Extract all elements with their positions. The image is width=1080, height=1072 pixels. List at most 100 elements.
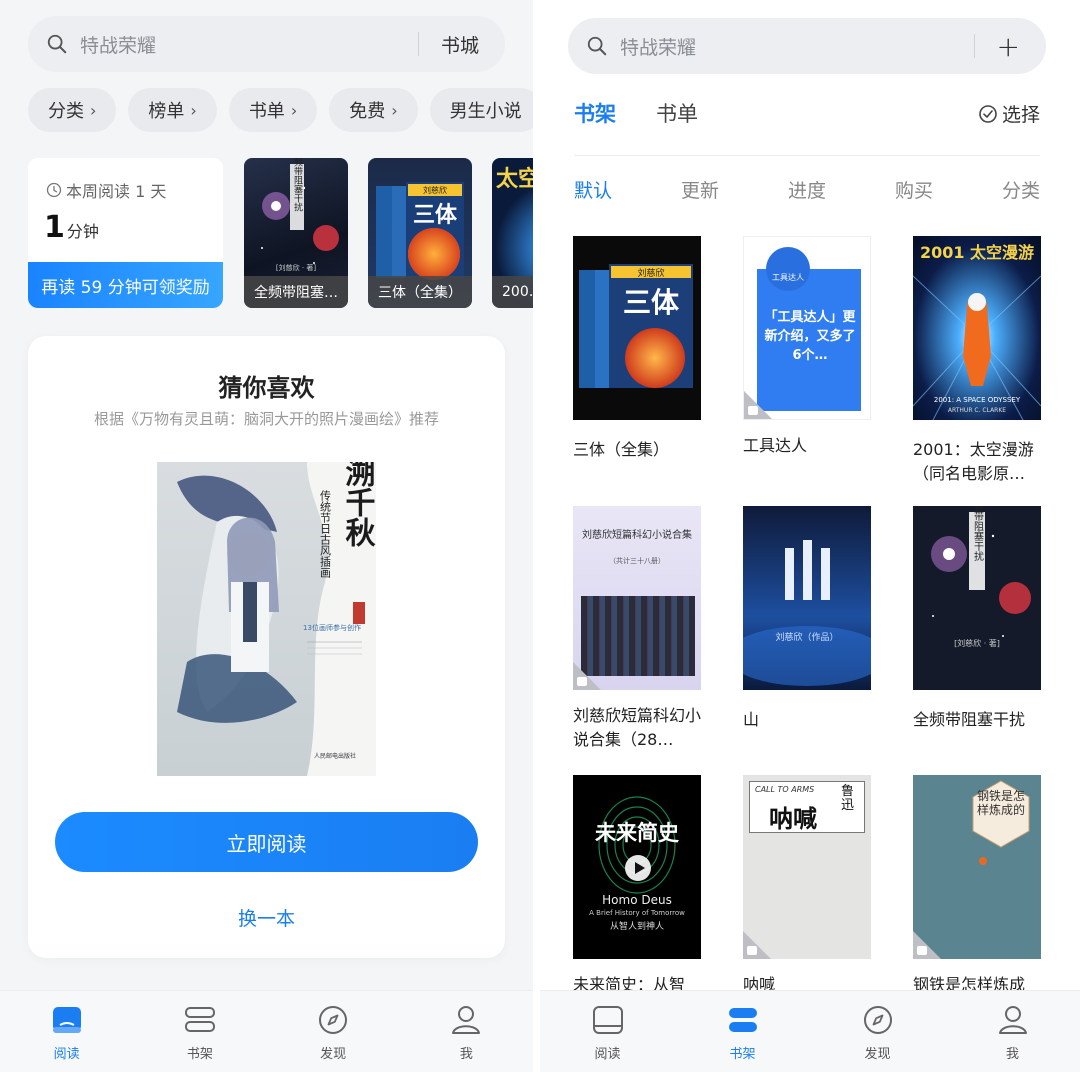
cover-title: 三体 — [623, 286, 680, 319]
book-title: 2001：太空漫游（同名电影原… — [913, 440, 1034, 483]
cover-title: 刘慈欣短篇科幻小说合集 — [582, 530, 692, 541]
chip-ranking[interactable]: 榜单 › — [128, 88, 217, 132]
tab-booklist[interactable]: 书单 — [656, 98, 698, 128]
search-bar[interactable]: 特战荣耀 书城 — [28, 16, 505, 72]
recent-book-title: 全频带阻塞… — [244, 276, 348, 308]
cover-subtitle: （共计三十八册） — [609, 557, 665, 565]
search-bar[interactable]: 特战荣耀 + — [568, 18, 1046, 74]
book-open-icon — [52, 1007, 81, 1033]
tab-bookshelf[interactable]: 书架 — [675, 991, 810, 1072]
check-circle-icon — [979, 104, 997, 123]
add-button[interactable]: + — [975, 30, 1046, 63]
shelf-book[interactable]: 刘慈欣 三体 三体（全集） — [573, 236, 701, 462]
recent-book[interactable]: 刘慈欣 三体 三体（全集） — [368, 158, 472, 308]
tab-label: 发现 — [320, 1047, 347, 1062]
book-title: 工具达人 — [743, 436, 808, 455]
reward-banner[interactable]: 再读 59 分钟可领奖励 — [28, 262, 223, 308]
weekly-reading-card[interactable]: 本周阅读 1 天 1 分钟 再读 59 分钟可领奖励 — [28, 158, 223, 308]
cover-subtitle-2: A Brief History of Tomorrow — [589, 909, 685, 917]
cover-title: 太空 — [496, 166, 533, 192]
shelf-book[interactable]: 刘慈欣（作品） 山 — [727, 506, 887, 732]
tab-label: 我 — [1005, 1047, 1019, 1062]
recommendation-card: 猜你喜欢 根据《万物有灵且萌：脑洞大开的照片漫画绘》推荐 溯千秋 传统节日古风插… — [28, 336, 505, 958]
tab-read[interactable]: 阅读 — [0, 991, 133, 1072]
swap-book-button[interactable]: 换一本 — [28, 904, 505, 931]
select-button[interactable]: 选择 — [978, 100, 1040, 127]
cover-author: 刘慈欣 — [637, 267, 664, 279]
recommended-book-cover[interactable]: 溯千秋 传统节日古风插画 13位画师参与创作 人民邮电出版社 — [157, 462, 376, 776]
cover-title: 呐喊 — [769, 805, 817, 833]
sort-tabs: 默认 更新 进度 购买 分类 — [574, 176, 1040, 203]
bookstore-button[interactable]: 书城 — [419, 31, 505, 58]
divider — [574, 155, 1040, 156]
chip-category[interactable]: 分类 › — [28, 88, 117, 132]
shelf-book[interactable]: 2001 太空漫游 2001: A SPACE ODYSSEY ARTHUR C… — [912, 236, 1042, 486]
book-title: 刘慈欣短篇科幻小说合集（28… — [573, 706, 702, 749]
sort-purchased[interactable]: 购买 — [895, 176, 933, 203]
tab-label: 阅读 — [53, 1047, 80, 1062]
tab-discover[interactable]: 发现 — [810, 991, 945, 1072]
cover-title: 2001 太空漫游 — [920, 243, 1034, 262]
chevron-right-icon: › — [90, 100, 97, 120]
tab-shelf[interactable]: 书架 — [574, 98, 616, 128]
chip-label: 男生小说 — [449, 101, 522, 122]
chevron-right-icon: › — [290, 100, 298, 120]
bookshelf-icon — [728, 1008, 757, 1032]
shelf-book[interactable]: 钢铁是怎样炼成的 钢铁是怎样炼成 — [913, 775, 1041, 997]
chip-label: 榜单 — [148, 101, 185, 122]
tab-me[interactable]: 我 — [945, 991, 1080, 1072]
tab-discover[interactable]: 发现 — [267, 991, 400, 1072]
tab-label: 发现 — [864, 1047, 891, 1062]
cover-tagline: 13位画师参与创作 — [303, 623, 361, 632]
book-cover: 工具达人 「工具达人」更新介绍，又多了6个… — [743, 236, 871, 420]
cover-title: 全频带阻塞干扰 — [972, 506, 984, 561]
select-label: 选择 — [1001, 104, 1040, 126]
chip-free[interactable]: 免费 › — [329, 88, 418, 132]
chip-label: 书单 — [248, 101, 285, 122]
cover-title: 溯千秋 — [340, 462, 376, 547]
book-open-icon — [592, 1006, 623, 1034]
chip-booklist[interactable]: 书单 › — [228, 88, 318, 132]
cover-publisher: 人民邮电出版社 — [314, 752, 356, 760]
sort-category[interactable]: 分类 — [1002, 176, 1040, 203]
reading-minutes: 1 分钟 — [44, 210, 99, 245]
recent-book[interactable]: 太空 200… — [492, 158, 533, 308]
category-chips: 分类 › 榜单 › 书单 › 免费 › 男生小说 — [28, 88, 533, 132]
tab-label: 书架 — [729, 1047, 756, 1062]
sort-updated[interactable]: 更新 — [681, 176, 719, 203]
chip-label: 分类 — [48, 101, 84, 122]
cover-title: 「工具达人」更新介绍，又多了6个… — [764, 310, 856, 363]
sample-tag-icon — [577, 677, 587, 686]
sort-default[interactable]: 默认 — [574, 176, 612, 203]
person-icon — [452, 1006, 481, 1034]
shelf-book[interactable]: 全频带阻塞干扰 [刘慈欣 · 著] 全频带阻塞干扰 — [913, 490, 1041, 732]
search-placeholder: 特战荣耀 — [80, 34, 157, 57]
tab-me[interactable]: 我 — [400, 991, 533, 1072]
cover-author: 刘慈欣 — [423, 185, 447, 195]
book-title: 三体（全集） — [573, 440, 670, 459]
cover-title: 钢铁是怎样炼成的 — [977, 789, 1026, 818]
tab-bookshelf[interactable]: 书架 — [133, 991, 266, 1072]
tab-read[interactable]: 阅读 — [540, 991, 675, 1072]
bottom-tab-bar: 阅读 书架 发现 我 — [540, 990, 1080, 1072]
weekly-reading-label: 本周阅读 1 天 — [46, 178, 166, 202]
cover-subtitle: Homo Deus — [602, 893, 672, 907]
recent-book[interactable]: 全频带阻塞干扰 [刘慈欣 · 著] 全频带阻塞… — [244, 158, 348, 308]
tab-label: 书架 — [186, 1047, 213, 1062]
sample-tag-icon — [747, 946, 757, 955]
cover-title: 三体 — [413, 203, 458, 228]
search-icon — [587, 36, 607, 56]
clock-icon — [46, 182, 62, 198]
search-icon — [47, 34, 67, 54]
sample-tag-icon — [917, 946, 927, 955]
chip-male-novels[interactable]: 男生小说 — [429, 88, 533, 132]
person-icon — [998, 1006, 1027, 1034]
read-now-button[interactable]: 立即阅读 — [55, 812, 478, 872]
shelf-book[interactable]: 未来简史 Homo Deus A Brief History of Tomorr… — [573, 775, 701, 997]
sort-progress[interactable]: 进度 — [788, 176, 826, 203]
shelf-book[interactable]: CALL TO ARMS 呐喊 鲁迅 呐喊 — [743, 775, 871, 997]
minutes-unit: 分钟 — [66, 222, 99, 241]
book-cover: 2001 太空漫游 2001: A SPACE ODYSSEY ARTHUR C… — [912, 236, 1042, 421]
shelf-book[interactable]: 工具达人 「工具达人」更新介绍，又多了6个… 工具达人 — [743, 236, 871, 458]
shelf-book[interactable]: 刘慈欣短篇科幻小说合集 （共计三十八册） 刘慈欣短篇科幻小说合集（28… — [573, 506, 701, 752]
